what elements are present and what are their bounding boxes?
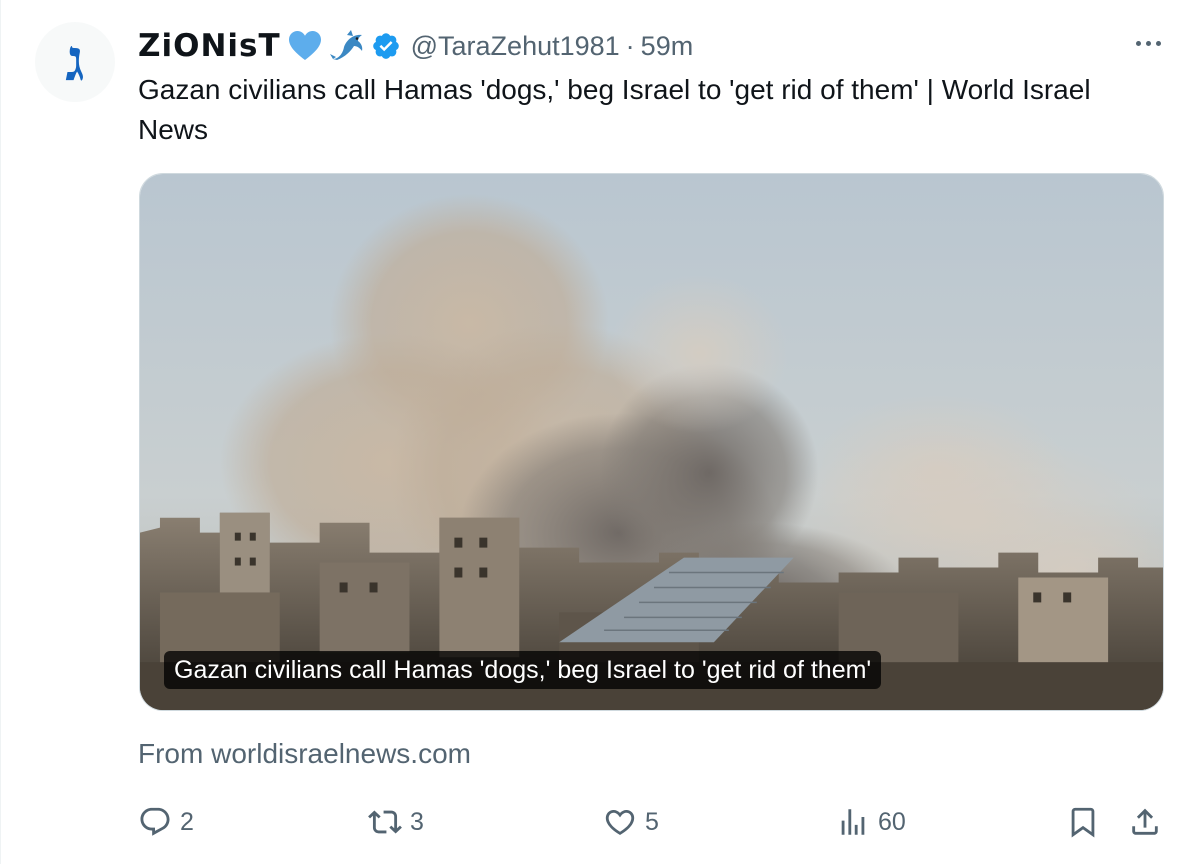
user-handle[interactable]: @TaraZehut1981 bbox=[411, 31, 620, 62]
reply-icon bbox=[140, 807, 170, 836]
tweet-header: ZiONisT @TaraZehut1981 · 59m bbox=[138, 26, 693, 66]
repost-button[interactable]: 3 bbox=[368, 800, 424, 844]
dolphin-icon bbox=[329, 28, 365, 64]
avatar-glyph: ג bbox=[65, 26, 85, 94]
source-link[interactable]: From worldisraelnews.com bbox=[138, 738, 471, 770]
tweet-text: Gazan civilians call Hamas 'dogs,' beg I… bbox=[138, 74, 1091, 145]
bookmark-icon bbox=[1071, 807, 1095, 838]
action-bar: 2 3 5 60 bbox=[138, 800, 1168, 844]
views-button[interactable]: 60 bbox=[836, 800, 906, 844]
heart-icon bbox=[605, 809, 635, 835]
verified-badge-icon bbox=[371, 31, 401, 61]
repost-count: 3 bbox=[410, 807, 424, 836]
link-card[interactable]: Gazan civilians call Hamas 'dogs,' beg I… bbox=[139, 173, 1164, 711]
views-count: 60 bbox=[878, 807, 906, 836]
share-icon bbox=[1132, 808, 1158, 835]
card-caption: Gazan civilians call Hamas 'dogs,' beg I… bbox=[164, 651, 882, 689]
card-image bbox=[140, 174, 1163, 710]
analytics-icon bbox=[841, 809, 865, 835]
like-count: 5 bbox=[645, 807, 659, 836]
avatar[interactable]: ג bbox=[35, 22, 115, 102]
like-button[interactable]: 5 bbox=[603, 800, 659, 844]
repost-icon bbox=[368, 810, 402, 834]
timestamp[interactable]: 59m bbox=[641, 31, 694, 62]
reply-button[interactable]: 2 bbox=[138, 800, 194, 844]
more-options-icon[interactable] bbox=[1128, 28, 1168, 58]
tweet[interactable]: ג ZiONisT @TaraZehut1981 · 59m Gazan civ… bbox=[0, 0, 1196, 864]
blue-heart-icon bbox=[287, 28, 323, 64]
bookmark-button[interactable] bbox=[1066, 800, 1100, 844]
reply-count: 2 bbox=[180, 807, 194, 836]
separator-dot: · bbox=[625, 30, 635, 61]
share-button[interactable] bbox=[1128, 800, 1162, 844]
display-name[interactable]: ZiONisT bbox=[138, 28, 281, 64]
